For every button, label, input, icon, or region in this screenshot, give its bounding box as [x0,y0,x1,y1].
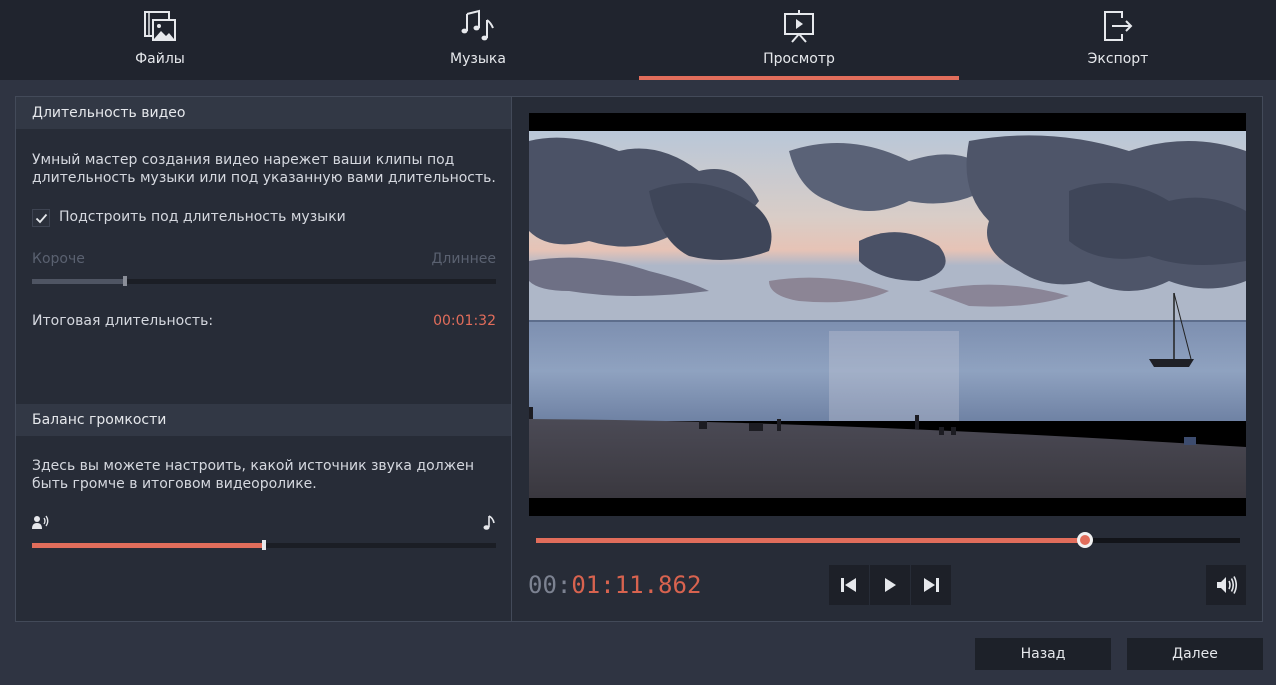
playback-timeline[interactable] [536,532,1240,548]
volume-balance-fill [32,543,264,548]
duration-slider-handle[interactable] [122,276,127,286]
music-note-icon [483,515,495,530]
tab-export-label: Экспорт [1087,51,1149,67]
active-tab-indicator [639,76,959,80]
duration-description-line1: Умный мастер создания видео нарежет ваши… [32,152,455,168]
back-button[interactable]: Назад [975,638,1111,670]
video-frame [529,131,1246,498]
voice-icon [32,515,49,529]
panel-divider [511,97,512,621]
volume-balance-handle[interactable] [262,540,266,550]
files-icon [144,11,176,41]
tab-files-label: Файлы [135,51,185,67]
fit-to-music-label: Подстроить под длительность музыки [59,209,346,225]
volume-section-title: Баланс громкости [16,404,511,436]
timecode: 00:01:11.862 [528,571,701,599]
video-preview[interactable] [529,113,1246,516]
play-button[interactable] [870,565,910,605]
volume-description-line1: Здесь вы можете настроить, какой источни… [32,458,475,474]
playback-progress [536,538,1086,543]
timecode-position: 01:11.862 [571,571,702,599]
volume-balance-slider[interactable] [32,540,496,550]
checkmark-icon [35,213,48,224]
shorter-label: Короче [32,251,85,267]
duration-description: Умный мастер создания видео нарежет ваши… [32,151,502,187]
next-button[interactable] [911,565,951,605]
tab-preview[interactable]: Просмотр [639,0,959,80]
main-panel: Длительность видео Умный мастер создания… [15,96,1263,622]
longer-label: Длиннее [431,251,496,267]
playback-scrubber[interactable] [1077,532,1094,548]
previous-button[interactable] [829,565,869,605]
speaker-icon [1217,576,1238,594]
music-icon [461,9,494,41]
top-navigation: Файлы Музыка Просмотр Экспорт [0,0,1276,80]
export-icon [1104,11,1133,41]
play-icon [885,578,896,592]
settings-column: Длительность видео Умный мастер создания… [16,97,511,621]
duration-slider-fill [32,279,125,284]
previous-icon [841,578,856,592]
duration-slider[interactable] [32,276,496,286]
preview-icon [784,10,814,43]
fit-to-music-checkbox[interactable] [32,209,50,227]
duration-section-title: Длительность видео [16,97,511,129]
timecode-hours: 00: [528,571,572,599]
total-duration-value: 00:01:32 [433,313,496,329]
duration-description-line2: длительность музыки или под указанную ва… [32,170,496,186]
tab-music[interactable]: Музыка [318,0,638,80]
total-duration-label: Итоговая длительность: [32,313,214,329]
tab-files[interactable]: Файлы [0,0,320,80]
video-image [529,131,1246,498]
tab-preview-label: Просмотр [763,51,835,67]
volume-description: Здесь вы можете настроить, какой источни… [32,457,502,493]
volume-description-line2: быть громче в итоговом видеоролике. [32,476,317,492]
tab-music-label: Музыка [450,51,506,67]
volume-button[interactable] [1206,565,1246,605]
next-step-button[interactable]: Далее [1127,638,1263,670]
next-icon [924,578,939,592]
tab-export[interactable]: Экспорт [958,0,1276,80]
